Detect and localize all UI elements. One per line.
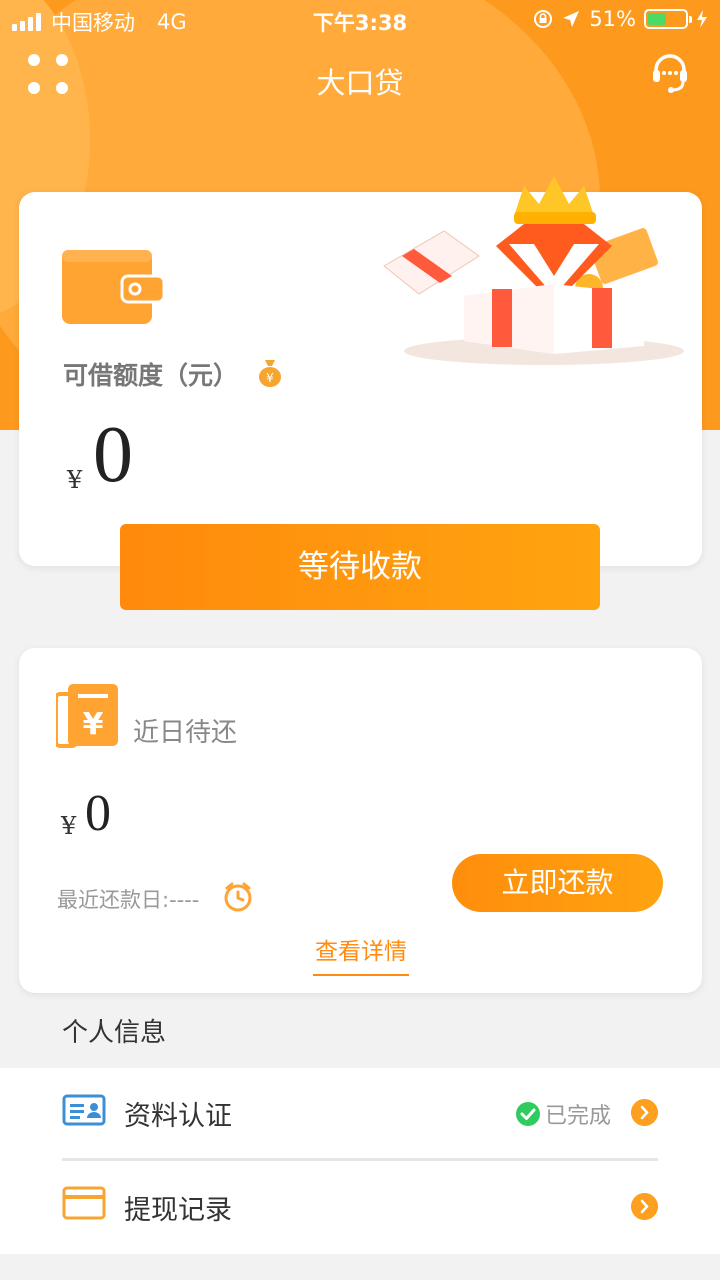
location-arrow-icon (563, 11, 580, 27)
svg-text:¥: ¥ (266, 371, 274, 385)
personal-info-title: 个人信息 (62, 1018, 167, 1048)
gift-box-illustration (383, 176, 684, 365)
check-circle-icon (516, 1102, 540, 1126)
charging-bolt-icon (697, 10, 707, 28)
list-item-verification[interactable]: 资料认证 已完成 (0, 1068, 720, 1161)
credit-limit-label: 可借额度（元） (63, 361, 239, 390)
bill-icon: ¥ (56, 684, 118, 748)
id-card-icon (62, 1094, 106, 1126)
list-item-label: 提现记录 (124, 1195, 232, 1226)
credit-currency: ¥ (67, 466, 83, 494)
repay-now-button[interactable]: 立即还款 (452, 854, 663, 912)
due-date-label: 最近还款日:---- (57, 888, 200, 912)
customer-service-icon[interactable] (650, 52, 690, 94)
battery-percent: 51% (589, 7, 636, 31)
repay-currency: ¥ (61, 812, 77, 840)
repay-amount: 0 (85, 785, 111, 842)
credit-amount: 0 (93, 411, 133, 499)
status-badge: 已完成 (515, 1098, 611, 1130)
chevron-right-icon[interactable] (631, 1099, 658, 1126)
chevron-right-icon[interactable] (631, 1193, 658, 1220)
page-title: 大口贷 (316, 66, 404, 100)
battery-icon (644, 9, 692, 29)
card-icon (62, 1186, 106, 1220)
list-item-label: 资料认证 (124, 1101, 232, 1132)
repayment-card: ¥ 近日待还 ¥ 0 最近还款日:---- 立即还款 查看详情 (19, 648, 702, 993)
rotation-lock-icon (534, 10, 553, 28)
svg-text:¥: ¥ (83, 707, 104, 742)
clock-icon (224, 882, 252, 912)
money-bag-icon: ¥ (259, 360, 281, 387)
divider (62, 1158, 658, 1161)
personal-info-list: 资料认证 已完成 提现记录 (0, 1068, 720, 1254)
list-item-withdraw-records[interactable]: 提现记录 (0, 1162, 720, 1254)
view-details-link[interactable]: 查看详情 (313, 932, 409, 976)
status-bar: 中国移动 4G 下午3:38 51% (0, 0, 720, 40)
status-text: 已完成 (545, 1104, 612, 1129)
wallet-icon (62, 250, 164, 324)
credit-limit-card: 可借额度（元） ¥ ¥ 0 (19, 176, 702, 566)
wait-payment-button[interactable]: 等待收款 (120, 524, 600, 610)
recent-due-label: 近日待还 (133, 718, 238, 748)
